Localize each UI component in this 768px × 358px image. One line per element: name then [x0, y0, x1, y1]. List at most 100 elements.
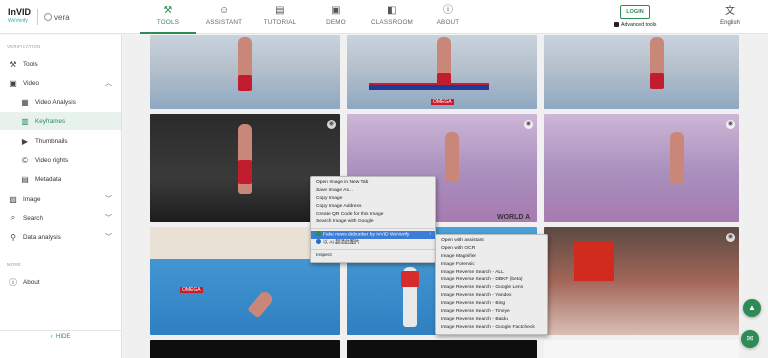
menu-divider: [311, 249, 435, 251]
sidebar-item-data-analysis[interactable]: ⚲ Data analysis ﹀: [0, 228, 121, 246]
wrench-icon: ⚒: [163, 5, 173, 16]
sidebar-item-about[interactable]: ⓘ About: [0, 273, 121, 291]
top-app-bar: InVID WeVerify vera ⚒ TOOLS ☺ ASSISTANT ▤ TU…: [0, 0, 768, 34]
image-icon: ▨: [9, 194, 17, 204]
sidebar-item-tools[interactable]: ⚒ Tools: [0, 55, 121, 73]
classroom-icon: ◧: [387, 5, 397, 16]
book-icon: ▤: [275, 5, 285, 16]
chevron-up-icon: ︿: [105, 80, 112, 87]
logo[interactable]: InVID WeVerify vera: [8, 7, 70, 27]
menu-item-copy-address[interactable]: Copy Image Address: [311, 203, 435, 211]
info-icon: ⓘ: [443, 5, 454, 16]
menu-item-reverse-bing[interactable]: Image Reverse Search - Bing: [436, 300, 547, 308]
camera-icon[interactable]: ◉: [524, 120, 533, 129]
main-nav-tabs: ⚒ TOOLS ☺ ASSISTANT ▤ TUTORIAL ▣ DEMO ◧ CLASS…: [140, 0, 476, 34]
menu-item-image-forensic[interactable]: Image Forensic: [436, 261, 547, 269]
omega-logo: OMEGA: [431, 99, 454, 105]
menu-item-image-magnifier[interactable]: Image Magnifier: [436, 253, 547, 261]
chevron-down-icon: ﹀: [105, 196, 112, 203]
menu-item-reverse-google-lens[interactable]: Image Reverse Search - Google Lens: [436, 284, 547, 292]
sidebar-item-search[interactable]: ⌕ Search ﹀: [0, 209, 121, 227]
keyframe-thumbnail[interactable]: OMEGA: [347, 35, 537, 109]
menu-item-copy-image[interactable]: Copy Image: [311, 195, 435, 203]
extension-icon: [316, 239, 321, 245]
keyframe-thumbnail[interactable]: [150, 35, 340, 109]
tab-about[interactable]: ⓘ ABOUT: [420, 0, 476, 34]
menu-item-reverse-dbkf[interactable]: Image Reverse Search - DBKF (beta): [436, 276, 547, 284]
chat-button[interactable]: ✉: [741, 330, 759, 348]
keyframe-thumbnail[interactable]: ◉: [544, 227, 739, 335]
menu-item-search-google[interactable]: Search Image with Google: [311, 218, 435, 226]
sidebar-item-video[interactable]: ▣ Video ︿: [0, 74, 121, 92]
tab-demo[interactable]: ▣ DEMO: [308, 0, 364, 34]
sidebar-item-video-analysis[interactable]: ▦ Video Analysis: [0, 93, 121, 111]
menu-item-inspect[interactable]: Inspect: [311, 252, 435, 260]
assistant-icon: ☺: [219, 5, 230, 16]
data-analysis-icon: ⚲: [10, 232, 16, 242]
video-icon: ▣: [9, 78, 17, 88]
menu-item-reverse-baidu[interactable]: Image Reverse Search - Baidu: [436, 316, 547, 324]
worlda-banner: WORLD A: [497, 214, 531, 221]
sidebar: VERIFICATION ⚒ Tools ▣ Video ︿ ▦ Video Analy…: [0, 35, 122, 358]
menu-item-open-new-tab[interactable]: Open Image in New Tab: [311, 179, 435, 187]
sidebar-item-metadata[interactable]: ▤ Metadata: [0, 170, 121, 188]
camera-icon[interactable]: ◉: [327, 120, 336, 129]
menu-item-fake-news-debunker[interactable]: Fake news debunker by InVID WeVerify ›: [311, 231, 435, 240]
vera-logo: vera: [44, 13, 70, 22]
context-submenu: Open with assistant Open with OCR Image …: [435, 234, 548, 335]
scroll-top-button[interactable]: ▲: [743, 299, 761, 317]
metadata-icon: ▤: [21, 174, 29, 184]
keyframe-thumbnail[interactable]: ◉: [544, 114, 739, 222]
tab-classroom[interactable]: ◧ CLASSROOM: [364, 0, 420, 34]
menu-item-open-ocr[interactable]: Open with OCR: [436, 245, 547, 253]
lock-icon: [614, 22, 619, 27]
advanced-tools-toggle[interactable]: Advanced tools: [614, 22, 656, 28]
keyframes-icon: ▥: [21, 116, 29, 126]
camera-icon[interactable]: ◉: [726, 120, 735, 129]
section-label-verification: VERIFICATION: [7, 44, 41, 49]
omega-logo: OMEGA: [180, 287, 203, 293]
chevron-down-icon: ﹀: [105, 234, 112, 241]
wrench-icon: ⚒: [9, 59, 17, 69]
menu-item-ai-upscale[interactable]: 以 AI 超清此图片: [311, 239, 435, 247]
login-button[interactable]: LOGIN: [620, 5, 650, 19]
extension-icon: [316, 231, 321, 237]
info-icon: ⓘ: [9, 277, 17, 287]
language-selector[interactable]: 文 English: [716, 6, 744, 27]
search-icon: ⌕: [10, 213, 16, 222]
section-label-more: MORE: [7, 262, 22, 267]
sidebar-item-video-rights[interactable]: © Video rights: [0, 151, 121, 169]
sidebar-item-image[interactable]: ▨ Image ﹀: [0, 190, 121, 208]
menu-divider: [311, 228, 435, 230]
keyframe-thumbnail[interactable]: [544, 340, 739, 358]
thumbnails-icon: ▶: [21, 136, 29, 146]
copyright-icon: ©: [22, 155, 28, 165]
tab-assistant[interactable]: ☺ ASSISTANT: [196, 0, 252, 34]
keyframe-thumbnail[interactable]: [544, 35, 739, 109]
camera-icon[interactable]: ◉: [726, 233, 735, 242]
logo-divider: [37, 9, 39, 25]
keyframe-thumbnail[interactable]: [150, 340, 340, 358]
tab-tutorial[interactable]: ▤ TUTORIAL: [252, 0, 308, 34]
menu-item-reverse-tineye[interactable]: Image Reverse Search - Tineye: [436, 308, 547, 316]
video-analysis-icon: ▦: [21, 97, 29, 107]
menu-item-reverse-yandex[interactable]: Image Reverse Search - Yandex: [436, 292, 547, 300]
arrow-up-icon: ▲: [748, 303, 756, 312]
menu-item-open-assistant[interactable]: Open with assistant: [436, 237, 547, 245]
menu-item-reverse-google-factcheck[interactable]: Image Reverse Search - Google Factcheck: [436, 324, 547, 332]
menu-item-reverse-all[interactable]: Image Reverse Search - ALL: [436, 269, 547, 277]
keyframe-thumbnail[interactable]: [347, 340, 537, 358]
hide-sidebar-button[interactable]: ‹ HIDE: [0, 334, 121, 340]
menu-item-save-image[interactable]: Save Image As...: [311, 187, 435, 195]
translate-icon: 文: [725, 6, 735, 17]
video-icon: ▣: [331, 5, 341, 16]
menu-item-create-qr[interactable]: Create QR Code for this Image: [311, 211, 435, 219]
chevron-down-icon: ﹀: [105, 215, 112, 222]
sidebar-item-keyframes[interactable]: ▥ Keyframes: [0, 112, 121, 130]
divider: [0, 330, 121, 331]
chevron-right-icon: ›: [429, 232, 431, 238]
context-menu: Open Image in New Tab Save Image As... C…: [310, 176, 436, 264]
sidebar-item-thumbnails[interactable]: ▶ Thumbnails: [0, 132, 121, 150]
tab-tools[interactable]: ⚒ TOOLS: [140, 0, 196, 34]
invid-logo: InVID WeVerify: [8, 7, 32, 25]
